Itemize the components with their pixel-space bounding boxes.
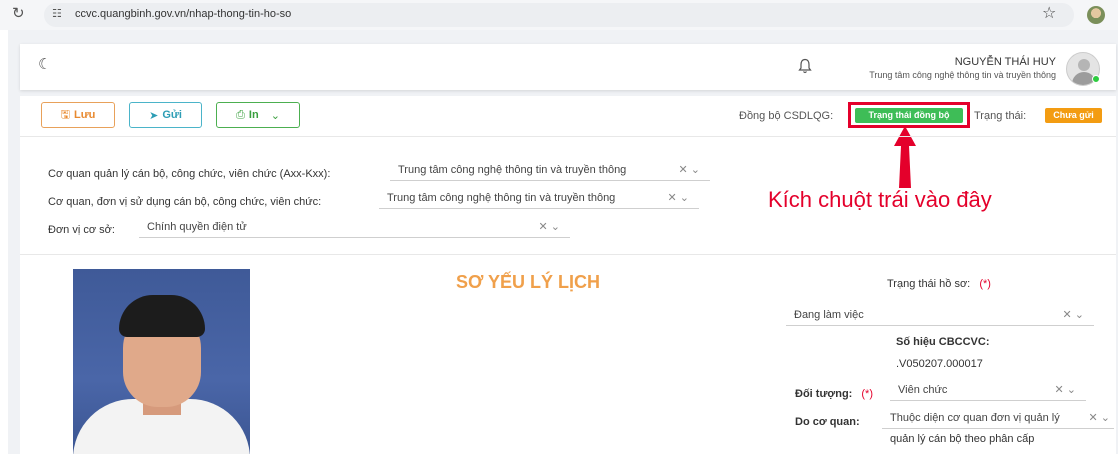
managed-label: Do cơ quan: [795,416,860,428]
avatar-head [1078,59,1090,71]
profile-status-label-text: Trạng thái hồ sơ: [887,278,971,290]
managed-extra-text: quản lý cán bộ theo phân cấp [890,433,1035,445]
annotation-arrow [894,126,916,188]
base-select[interactable]: Chính quyền điện tử ✕ ⌄ [139,218,570,238]
profile-status-select[interactable]: Đang làm việc ✕ ⌄ [786,306,1094,326]
unit-select-value: Trung tâm công nghệ thông tin và truyền … [387,192,616,204]
url-text: ccvc.quangbinh.gov.vn/nhap-thong-tin-ho-… [75,8,292,20]
reload-icon[interactable]: ↻ [12,6,28,22]
print-button[interactable]: ⎙ In ⌄ [216,102,300,128]
clear-chevron-icon[interactable]: ✕ ⌄ [679,163,701,176]
required-mark: (*) [861,388,873,400]
star-icon[interactable]: ☆ [1042,5,1056,23]
bell-icon-svg [798,58,812,74]
code-value: .V050207.000017 [896,358,983,370]
form-divider [20,254,1116,255]
clear-chevron-icon[interactable]: ✕ ⌄ [1063,308,1085,321]
managed-select[interactable]: Thuộc diện cơ quan đơn vị quản lý ✕ ⌄ [882,409,1114,429]
site-settings-icon[interactable]: ☷ [52,6,66,22]
send-icon: ➤ [149,109,159,122]
target-select[interactable]: Viên chức ✕ ⌄ [890,381,1086,401]
bell-icon[interactable] [798,58,812,77]
status-badge: Chưa gửi [1045,108,1102,123]
clear-chevron-icon[interactable]: ✕ ⌄ [539,220,561,233]
print-button-label: In [248,109,259,121]
profile-photo[interactable] [73,269,250,454]
print-icon: ⎙ [236,108,245,121]
profile-status-value: Đang làm việc [794,309,864,321]
clear-chevron-icon[interactable]: ✕ ⌄ [668,191,690,204]
unit-select[interactable]: Trung tâm công nghệ thông tin và truyền … [379,189,699,209]
sync-status-button[interactable]: Trạng thái đồng bộ [855,108,963,123]
save-button-label: Lưu [73,109,96,121]
code-label: Số hiệu CBCCVC: [896,336,990,348]
app-header [20,44,1116,90]
chevron-down-icon: ⌄ [270,109,280,122]
save-icon: 🖫 [60,108,70,121]
target-select-value: Viên chức [898,384,948,396]
agency-select-value: Trung tâm công nghệ thông tin và truyền … [398,164,627,176]
unit-label: Cơ quan, đơn vị sử dụng cán bộ, công chứ… [48,196,322,208]
profile-status-label: Trạng thái hồ sơ: (*) [887,278,991,290]
user-name[interactable]: NGUYỄN THÁI HUY [955,56,1056,68]
photo-hair [119,295,205,337]
annotation-instruction: Kích chuột trái vào đây [768,187,992,212]
managed-select-value: Thuộc diện cơ quan đơn vị quản lý [890,412,1060,424]
toolbar-divider [20,136,1116,137]
online-status-dot [1092,75,1100,83]
browser-profile-avatar[interactable] [1087,6,1105,24]
send-button-label: Gửi [162,109,182,121]
target-label-text: Đối tượng: [795,388,853,400]
send-button[interactable]: ➤ Gửi [129,102,202,128]
agency-select[interactable]: Trung tâm công nghệ thông tin và truyền … [390,161,710,181]
user-organization: Trung tâm công nghệ thông tin và truyền … [869,70,1056,80]
save-button[interactable]: 🖫 Lưu [41,102,115,128]
agency-label: Cơ quan quản lý cán bộ, công chức, viên … [48,168,331,180]
base-select-value: Chính quyền điện tử [147,221,247,233]
page-title: SƠ YẾU LÝ LỊCH [456,272,601,292]
base-label: Đơn vị cơ sở: [48,224,115,236]
clear-chevron-icon[interactable]: ✕ ⌄ [1089,411,1111,424]
target-label: Đối tượng: (*) [795,388,873,400]
required-mark: (*) [979,278,991,290]
sync-label: Đồng bộ CSDLQG: [739,110,834,122]
moon-icon[interactable]: ☾ [38,57,51,73]
clear-chevron-icon[interactable]: ✕ ⌄ [1055,383,1077,396]
status-label: Trạng thái: [974,110,1027,122]
